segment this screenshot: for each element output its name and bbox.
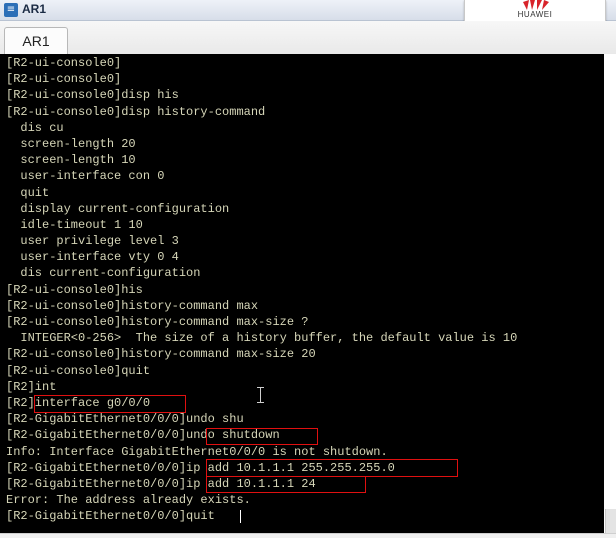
console-line: user-interface vty 0 4 [6, 250, 179, 265]
tab-strip: AR1 [0, 21, 616, 55]
tab-ar1[interactable]: AR1 [4, 27, 68, 55]
scrollbar-thumb[interactable] [605, 509, 616, 533]
console-line: [R2-ui-console0]disp history-command [6, 104, 266, 119]
console-line: INTEGER<0-256> The size of a history buf… [6, 331, 518, 346]
right-gutter [604, 54, 616, 533]
console-line: display current-configuration [6, 201, 230, 216]
console-line: quit [6, 185, 50, 200]
console-line: Error: The address already exists. [6, 493, 251, 508]
console-line: [R2-ui-console0]disp his [6, 88, 179, 103]
console-line: screen-length 20 [6, 136, 136, 151]
console-line: [R2-GigabitEthernet0/0/0]quit [6, 509, 215, 524]
logo-text: HUAWEI [517, 10, 553, 19]
console-line: dis cu [6, 120, 64, 135]
console-line: idle-timeout 1 10 [6, 217, 143, 232]
text-caret [240, 510, 241, 523]
console-line: [R2-GigabitEthernet0/0/0]ip add 10.1.1.1… [6, 460, 395, 475]
console-line: [R2-ui-console0]history-command max-size… [6, 347, 316, 362]
console-line: Info: Interface GigabitEthernet0/0/0 is … [6, 444, 388, 459]
ensp-app-icon: ≡ [4, 3, 18, 17]
console-line: [R2-ui-console0] [6, 72, 122, 87]
console-line: [R2-GigabitEthernet0/0/0]undo shu [6, 412, 244, 427]
console-line: [R2-ui-console0]quit [6, 363, 151, 378]
console-line: [R2-ui-console0]his [6, 282, 143, 297]
console-line: [R2-GigabitEthernet0/0/0]undo shutdown [6, 428, 280, 443]
console-line: dis current-configuration [6, 266, 201, 281]
console-line: [R2-ui-console0] [6, 56, 122, 70]
console-line: user privilege level 3 [6, 234, 179, 249]
console-line: [R2-ui-console0]history-command max [6, 298, 259, 313]
console-line: [R2-ui-console0]history-command max-size… [6, 315, 309, 329]
console-line: user-interface con 0 [6, 169, 165, 184]
console-output: [R2-ui-console0] [R2-ui-console0] [R2-ui… [6, 55, 517, 524]
terminal-console[interactable]: [R2-ui-console0] [R2-ui-console0] [R2-ui… [0, 54, 604, 533]
ibeam-cursor-icon [257, 387, 264, 403]
window-title: AR1 [22, 2, 47, 16]
console-line: screen-length 10 [6, 153, 136, 168]
huawei-petal-icon [523, 0, 549, 10]
console-line: [R2-GigabitEthernet0/0/0]ip add 10.1.1.1… [6, 476, 316, 491]
bottom-edge [0, 533, 616, 538]
